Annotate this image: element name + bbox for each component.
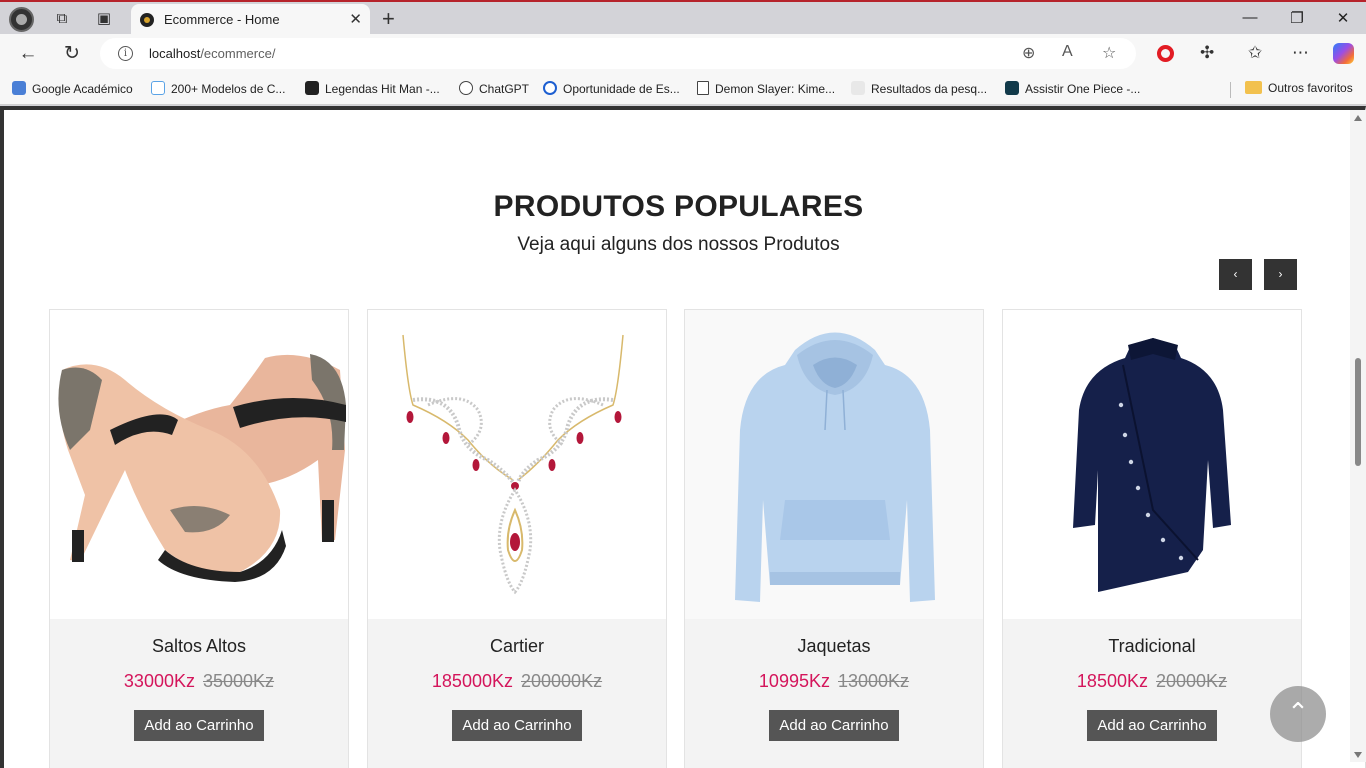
product-card-body: Jaquetas 10995Kz 13000Kz Add ao Carrinho <box>685 619 983 768</box>
other-favorites-folder[interactable]: Outros favoritos <box>1245 81 1353 98</box>
folder-label: Outros favoritos <box>1268 81 1353 95</box>
circle-logo-icon <box>543 81 557 95</box>
section-subtitle: Veja aqui alguns dos nossos Produtos <box>517 234 840 255</box>
current-price: 10995Kz <box>758 671 830 691</box>
os-icon <box>305 81 319 95</box>
tab-close-icon[interactable]: ✕ <box>349 10 362 28</box>
flame-icon <box>1005 81 1019 95</box>
current-price: 18500Kz <box>1076 671 1148 691</box>
bookmark-label: Legendas Hit Man -... <box>325 82 440 96</box>
scroll-up-arrow-icon[interactable] <box>1354 115 1362 121</box>
address-bar[interactable]: i localhost/ecommerce/ ⊕ A ☆ <box>100 38 1136 69</box>
graduation-cap-icon <box>12 81 26 95</box>
product-name[interactable]: Saltos Altos <box>50 636 348 657</box>
add-to-cart-button[interactable]: Add ao Carrinho <box>1087 710 1217 741</box>
product-name[interactable]: Cartier <box>368 636 666 657</box>
product-price: 18500Kz 20000Kz <box>1003 671 1301 692</box>
page-icon <box>697 81 709 95</box>
product-card[interactable]: Tradicional 18500Kz 20000Kz Add ao Carri… <box>1002 309 1302 768</box>
bookmark-label: Oportunidade de Es... <box>563 82 680 96</box>
product-name[interactable]: Jaquetas <box>685 636 983 657</box>
section-title: PRODUTOS POPULARES <box>493 190 864 223</box>
hoodie-image[interactable] <box>685 310 983 619</box>
scroll-down-arrow-icon[interactable] <box>1354 752 1362 758</box>
product-card-body: Tradicional 18500Kz 20000Kz Add ao Carri… <box>1003 619 1301 768</box>
bookmark-item[interactable]: Assistir One Piece -... <box>1005 81 1140 98</box>
back-arrow-icon[interactable]: ← <box>16 42 40 66</box>
current-price: 33000Kz <box>123 671 195 691</box>
chatgpt-icon <box>459 81 473 95</box>
carousel-prev-button[interactable]: ‹ <box>1219 259 1252 290</box>
carousel-next-button[interactable]: › <box>1264 259 1297 290</box>
bookmark-item[interactable]: ChatGPT <box>459 81 529 98</box>
bookmark-item[interactable]: Google Académico <box>12 81 133 98</box>
zoom-icon[interactable]: ⊕ <box>1022 43 1035 63</box>
necklace-image[interactable] <box>368 310 666 619</box>
scroll-thumb[interactable] <box>1355 358 1361 466</box>
bookmark-label: Resultados da pesq... <box>871 82 988 96</box>
more-menu-icon[interactable]: ⋯ <box>1292 43 1309 63</box>
url-text[interactable]: localhost/ecommerce/ <box>149 46 275 61</box>
url-host: localhost <box>149 46 201 61</box>
old-price: 35000Kz <box>203 671 275 691</box>
tab-actions-icon[interactable]: ▣ <box>92 8 116 30</box>
bookmark-label: Demon Slayer: Kime... <box>715 82 836 96</box>
product-price: 10995Kz 13000Kz <box>685 671 983 692</box>
bookmark-label: Google Académico <box>32 82 133 96</box>
product-price: 33000Kz 35000Kz <box>50 671 348 692</box>
add-to-cart-button[interactable]: Add ao Carrinho <box>452 710 582 741</box>
favorites-icon[interactable]: ✩ <box>1248 43 1262 63</box>
tab-ecommerce-home[interactable]: Ecommerce - Home ✕ <box>131 4 370 36</box>
browser-titlebar: ⧉ ▣ Ecommerce - Home ✕ + — ❐ ✕ <box>0 0 1366 36</box>
workspaces-icon[interactable]: ⧉ <box>50 8 74 30</box>
restore-icon[interactable]: ❐ <box>1287 9 1307 27</box>
url-path: /ecommerce/ <box>200 46 276 61</box>
product-card[interactable]: Jaquetas 10995Kz 13000Kz Add ao Carrinho <box>684 309 984 768</box>
extensions-puzzle-icon[interactable]: ✣ <box>1200 43 1214 63</box>
current-price: 185000Kz <box>431 671 513 691</box>
reload-icon[interactable]: ↻ <box>60 42 84 66</box>
bookmarks-bar: Google Académico 200+ Modelos de C... Le… <box>0 74 1366 105</box>
tab-title: Ecommerce - Home <box>164 12 280 27</box>
bookmark-label: 200+ Modelos de C... <box>171 82 286 96</box>
old-price: 200000Kz <box>521 671 603 691</box>
product-name[interactable]: Tradicional <box>1003 636 1301 657</box>
window-close-icon[interactable]: ✕ <box>1333 9 1353 27</box>
new-tab-icon[interactable]: + <box>382 6 395 32</box>
bookmarks-divider <box>1230 82 1231 98</box>
product-card-body: Cartier 185000Kz 200000Kz Add ao Carrinh… <box>368 619 666 768</box>
site-info-icon[interactable]: i <box>118 46 133 61</box>
page-viewport: PRODUTOS POPULARES Veja aqui alguns dos … <box>0 106 1366 768</box>
product-price: 185000Kz 200000Kz <box>368 671 666 692</box>
browser-toolbar: ← ↻ i localhost/ecommerce/ ⊕ A ☆ ✣ ✩ ⋯ <box>0 34 1366 74</box>
folder-icon <box>1245 81 1262 94</box>
bookmark-item[interactable]: Demon Slayer: Kime... <box>697 81 835 98</box>
back-to-top-button[interactable]: ⌃ <box>1270 686 1326 742</box>
bookmark-label: Assistir One Piece -... <box>1025 82 1141 96</box>
read-aloud-icon[interactable]: A <box>1062 43 1073 61</box>
old-price: 20000Kz <box>1156 671 1228 691</box>
bookmark-item[interactable]: Oportunidade de Es... <box>543 81 680 98</box>
product-card[interactable]: Saltos Altos 33000Kz 35000Kz Add ao Carr… <box>49 309 349 768</box>
bookmark-item[interactable]: Resultados da pesq... <box>851 81 987 98</box>
opera-extension-icon[interactable] <box>1157 45 1174 62</box>
tab-favicon-icon <box>140 13 154 27</box>
copilot-icon[interactable] <box>1333 43 1354 64</box>
high-heels-image[interactable] <box>50 310 348 619</box>
shirt-image[interactable] <box>1003 310 1301 619</box>
old-price: 13000Kz <box>838 671 910 691</box>
bookmark-item[interactable]: Legendas Hit Man -... <box>305 81 440 98</box>
add-to-cart-button[interactable]: Add ao Carrinho <box>769 710 899 741</box>
product-card[interactable]: Cartier 185000Kz 200000Kz Add ao Carrinh… <box>367 309 667 768</box>
bookmark-label: ChatGPT <box>479 82 530 96</box>
resume-site-icon <box>151 81 165 95</box>
favorite-star-icon[interactable]: ☆ <box>1102 43 1116 63</box>
profile-avatar-icon[interactable] <box>9 7 34 32</box>
add-to-cart-button[interactable]: Add ao Carrinho <box>134 710 264 741</box>
product-card-body: Saltos Altos 33000Kz 35000Kz Add ao Carr… <box>50 619 348 768</box>
page-scrollbar[interactable] <box>1350 110 1366 762</box>
minimize-icon[interactable]: — <box>1240 9 1260 26</box>
bookmark-item[interactable]: 200+ Modelos de C... <box>151 81 285 98</box>
search-results-icon <box>851 81 865 95</box>
